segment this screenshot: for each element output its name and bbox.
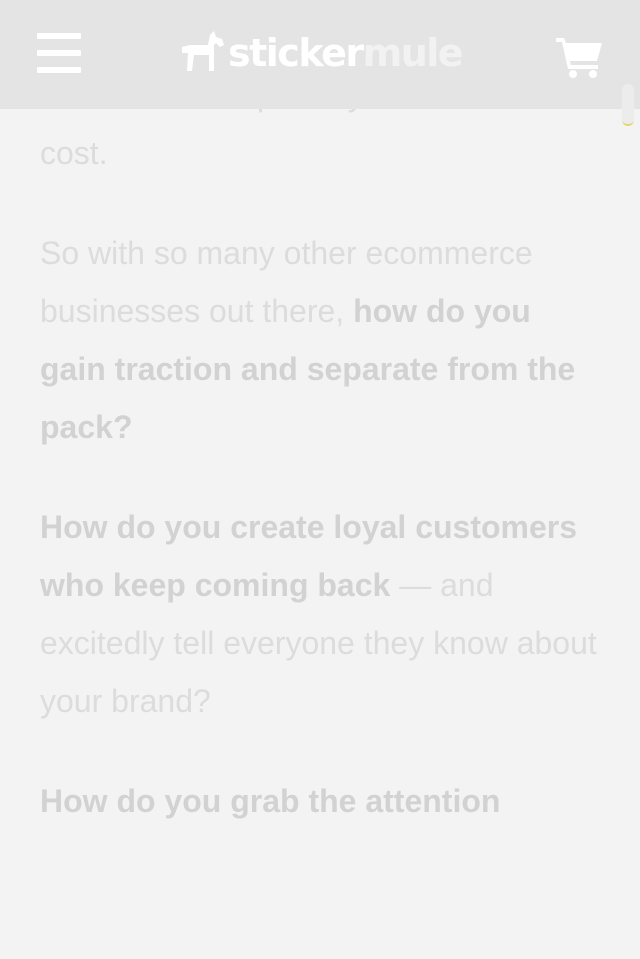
paragraph-4: How do you grab the attention bbox=[40, 772, 600, 830]
scrollbar-thumb[interactable] bbox=[622, 84, 634, 126]
hamburger-menu-icon[interactable] bbox=[37, 33, 81, 73]
paragraph-2: So with so many other ecommerce business… bbox=[40, 224, 600, 456]
mule-icon bbox=[182, 31, 224, 71]
shopping-cart-icon[interactable] bbox=[556, 36, 604, 78]
paragraph-3-bold: How do you create loyal customers who ke… bbox=[40, 509, 578, 603]
paragraph-1-end: cost. bbox=[40, 135, 108, 171]
site-header: stickermule bbox=[0, 0, 640, 109]
logo-text-sticker: sticker bbox=[228, 31, 364, 75]
stickermule-logo[interactable]: stickermule bbox=[180, 27, 464, 79]
logo-text-mule: mule bbox=[362, 31, 464, 75]
article-body: comes at an especially massive cost. So … bbox=[40, 66, 600, 872]
page: comes at an especially massive cost. So … bbox=[0, 0, 640, 959]
paragraph-3: How do you create loyal customers who ke… bbox=[40, 498, 600, 730]
paragraph-4-bold: How do you grab the attention bbox=[40, 783, 501, 819]
